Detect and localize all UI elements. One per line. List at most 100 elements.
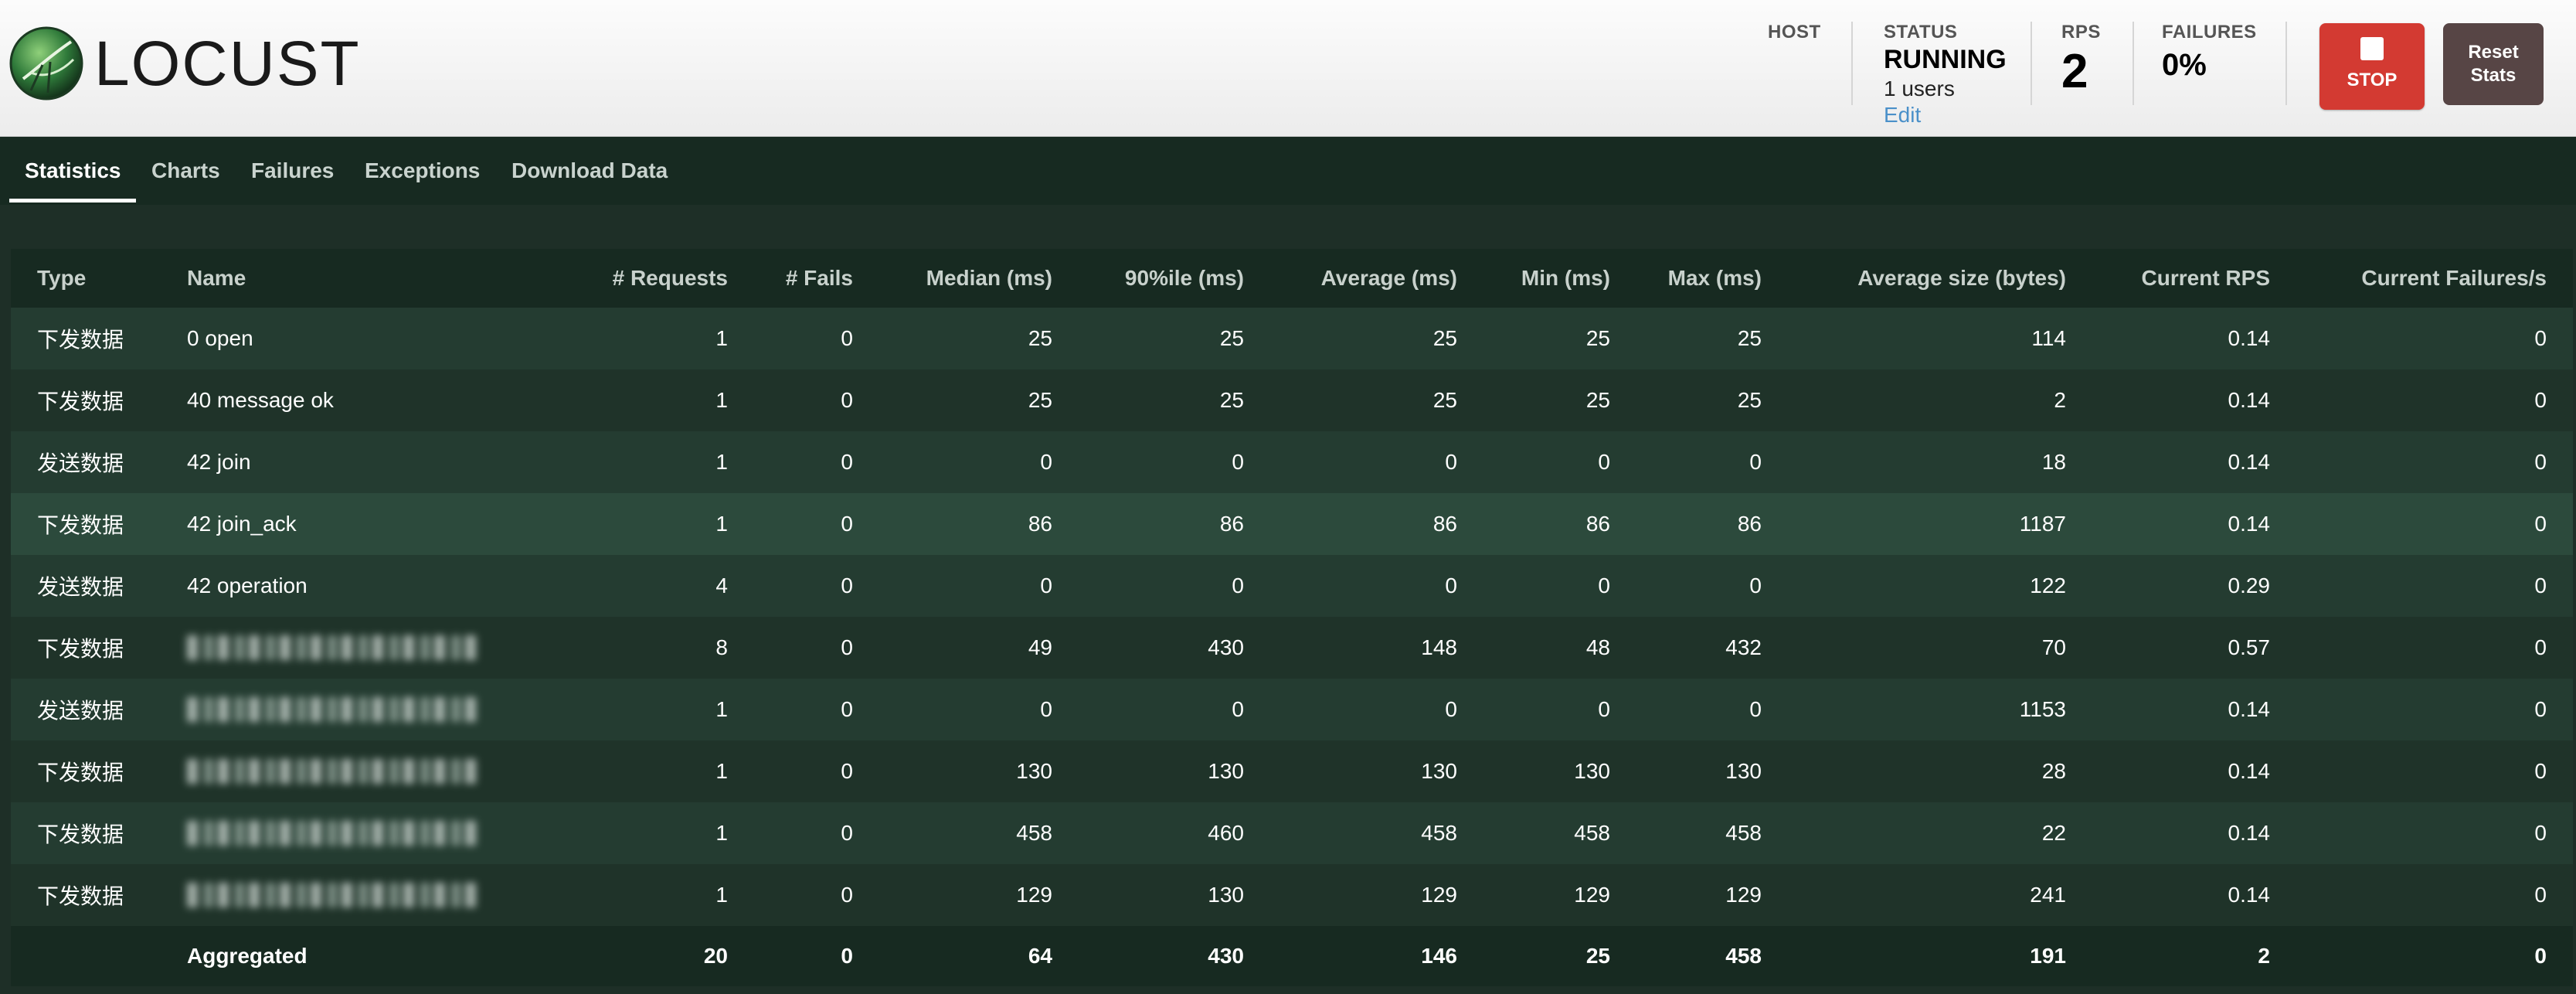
host-label: HOST (1768, 22, 1821, 43)
cell-max: 129 (1725, 883, 1762, 907)
cell-fails: 0 (841, 450, 853, 474)
tab-bar: Statistics Charts Failures Exceptions Do… (0, 137, 2576, 205)
cell-p90: 130 (1208, 883, 1244, 907)
cell-average: 86 (1432, 512, 1457, 536)
cell-average: 0 (1445, 574, 1457, 597)
cell-requests: 8 (715, 635, 728, 659)
col-current-failures[interactable]: Current Failures/s (2361, 249, 2547, 308)
cell-max: 0 (1749, 574, 1762, 597)
cell-max: 0 (1749, 450, 1762, 474)
cell-min: 25 (1585, 326, 1610, 350)
table-row: 下发数据 42 join_ack 1 0 86 86 86 86 86 1187 0.14 0 (11, 493, 2573, 555)
col-name[interactable]: Name (187, 249, 246, 308)
user-count: 1 users (1884, 77, 1955, 100)
tab-download-data[interactable]: Download Data (511, 158, 668, 183)
cell-max: 458 (1725, 944, 1762, 968)
cell-min: 0 (1598, 574, 1610, 597)
cell-requests: 1 (715, 512, 728, 536)
tab-exceptions[interactable]: Exceptions (365, 158, 480, 183)
col-type[interactable]: Type (37, 249, 86, 308)
cell-p90: 430 (1208, 944, 1244, 968)
cell-avg-size: 114 (2031, 326, 2066, 350)
table-header-row: Type Name # Requests # Fails Median (ms)… (11, 249, 2573, 308)
cell-min: 48 (1585, 635, 1610, 659)
cell-avg-size: 241 (2030, 883, 2066, 907)
reset-stats-button[interactable]: Reset Stats (2443, 23, 2544, 105)
divider (2285, 22, 2287, 105)
cell-current-failures: 0 (2534, 883, 2547, 907)
cell-current-rps: 0.29 (2228, 574, 2271, 597)
cell-avg-size: 122 (2030, 574, 2066, 597)
table-row: 发送数据 42 operation 4 0 0 0 0 0 0 122 0.29 0 (11, 555, 2573, 617)
cell-name (187, 679, 481, 740)
cell-requests: 1 (715, 388, 728, 412)
col-fails[interactable]: # Fails (786, 249, 853, 308)
cell-current-failures: 0 (2534, 512, 2547, 536)
cell-name (187, 864, 481, 926)
failures-label: FAILURES (2162, 22, 2257, 43)
locust-logo-text: LOCUST (94, 29, 361, 99)
cell-type: 发送数据 (37, 451, 124, 475)
redacted-name (187, 821, 481, 846)
cell-median: 0 (1040, 450, 1052, 474)
cell-type: 下发数据 (37, 884, 124, 908)
cell-avg-size: 191 (2030, 944, 2066, 968)
cell-current-failures: 0 (2534, 821, 2547, 845)
cell-type: 下发数据 (37, 822, 124, 846)
cell-p90: 0 (1232, 697, 1244, 721)
cell-current-failures: 0 (2534, 388, 2547, 412)
col-p90[interactable]: 90%ile (ms) (1125, 249, 1244, 308)
cell-median: 25 (1028, 326, 1052, 350)
cell-current-rps: 0.14 (2228, 759, 2271, 783)
cell-median: 64 (1028, 944, 1052, 968)
cell-fails: 0 (841, 759, 853, 783)
cell-current-rps: 0.14 (2228, 450, 2271, 474)
col-median[interactable]: Median (ms) (926, 249, 1052, 308)
cell-p90: 0 (1232, 574, 1244, 597)
col-avg-size[interactable]: Average size (bytes) (1857, 249, 2066, 308)
cell-current-rps: 0.57 (2228, 635, 2271, 659)
cell-average: 458 (1421, 821, 1457, 845)
cell-type: 下发数据 (37, 761, 124, 785)
edit-users-link[interactable]: Edit (1884, 103, 2007, 128)
reset-label-line1: Reset (2468, 42, 2519, 63)
col-max[interactable]: Max (ms) (1668, 249, 1762, 308)
cell-p90: 130 (1208, 759, 1244, 783)
col-average[interactable]: Average (ms) (1321, 249, 1457, 308)
cell-max: 432 (1725, 635, 1762, 659)
statistics-table: Type Name # Requests # Fails Median (ms)… (11, 249, 2573, 986)
cell-name: 42 operation (187, 574, 308, 597)
cell-requests: 1 (715, 759, 728, 783)
top-header: LOCUST HOST STATUS RUNNING 1 users Edit … (0, 0, 2576, 137)
status-label: STATUS (1884, 22, 1958, 43)
cell-min: 86 (1585, 512, 1610, 536)
cell-fails: 0 (841, 883, 853, 907)
cell-median: 130 (1016, 759, 1052, 783)
cell-type: 下发数据 (37, 513, 124, 537)
cell-current-failures: 0 (2534, 635, 2547, 659)
divider (1851, 22, 1853, 105)
tab-failures[interactable]: Failures (251, 158, 334, 183)
cell-median: 0 (1040, 574, 1052, 597)
cell-name (187, 802, 481, 864)
col-current-rps[interactable]: Current RPS (2142, 249, 2270, 308)
cell-current-failures: 0 (2534, 697, 2547, 721)
cell-type: 下发数据 (37, 328, 124, 352)
tab-charts[interactable]: Charts (151, 158, 220, 183)
col-min[interactable]: Min (ms) (1521, 249, 1610, 308)
divider (2133, 22, 2134, 105)
active-tab-indicator (9, 199, 136, 203)
tab-statistics[interactable]: Statistics (25, 158, 121, 183)
cell-average: 148 (1421, 635, 1457, 659)
cell-requests: 1 (715, 697, 728, 721)
reset-label-line2: Stats (2470, 65, 2517, 86)
aggregated-row: Aggregated 20 0 64 430 146 25 458 191 2 0 (11, 926, 2573, 986)
cell-type: 下发数据 (37, 637, 124, 661)
table-row: 下发数据 0 open 1 0 25 25 25 25 25 114 0.14 0 (11, 308, 2573, 369)
cell-name: Aggregated (187, 944, 308, 968)
cell-average: 25 (1432, 326, 1457, 350)
cell-current-rps: 0.14 (2228, 512, 2271, 536)
stop-button[interactable]: STOP (2319, 23, 2425, 110)
cell-current-failures: 0 (2534, 759, 2547, 783)
col-requests[interactable]: # Requests (613, 249, 728, 308)
